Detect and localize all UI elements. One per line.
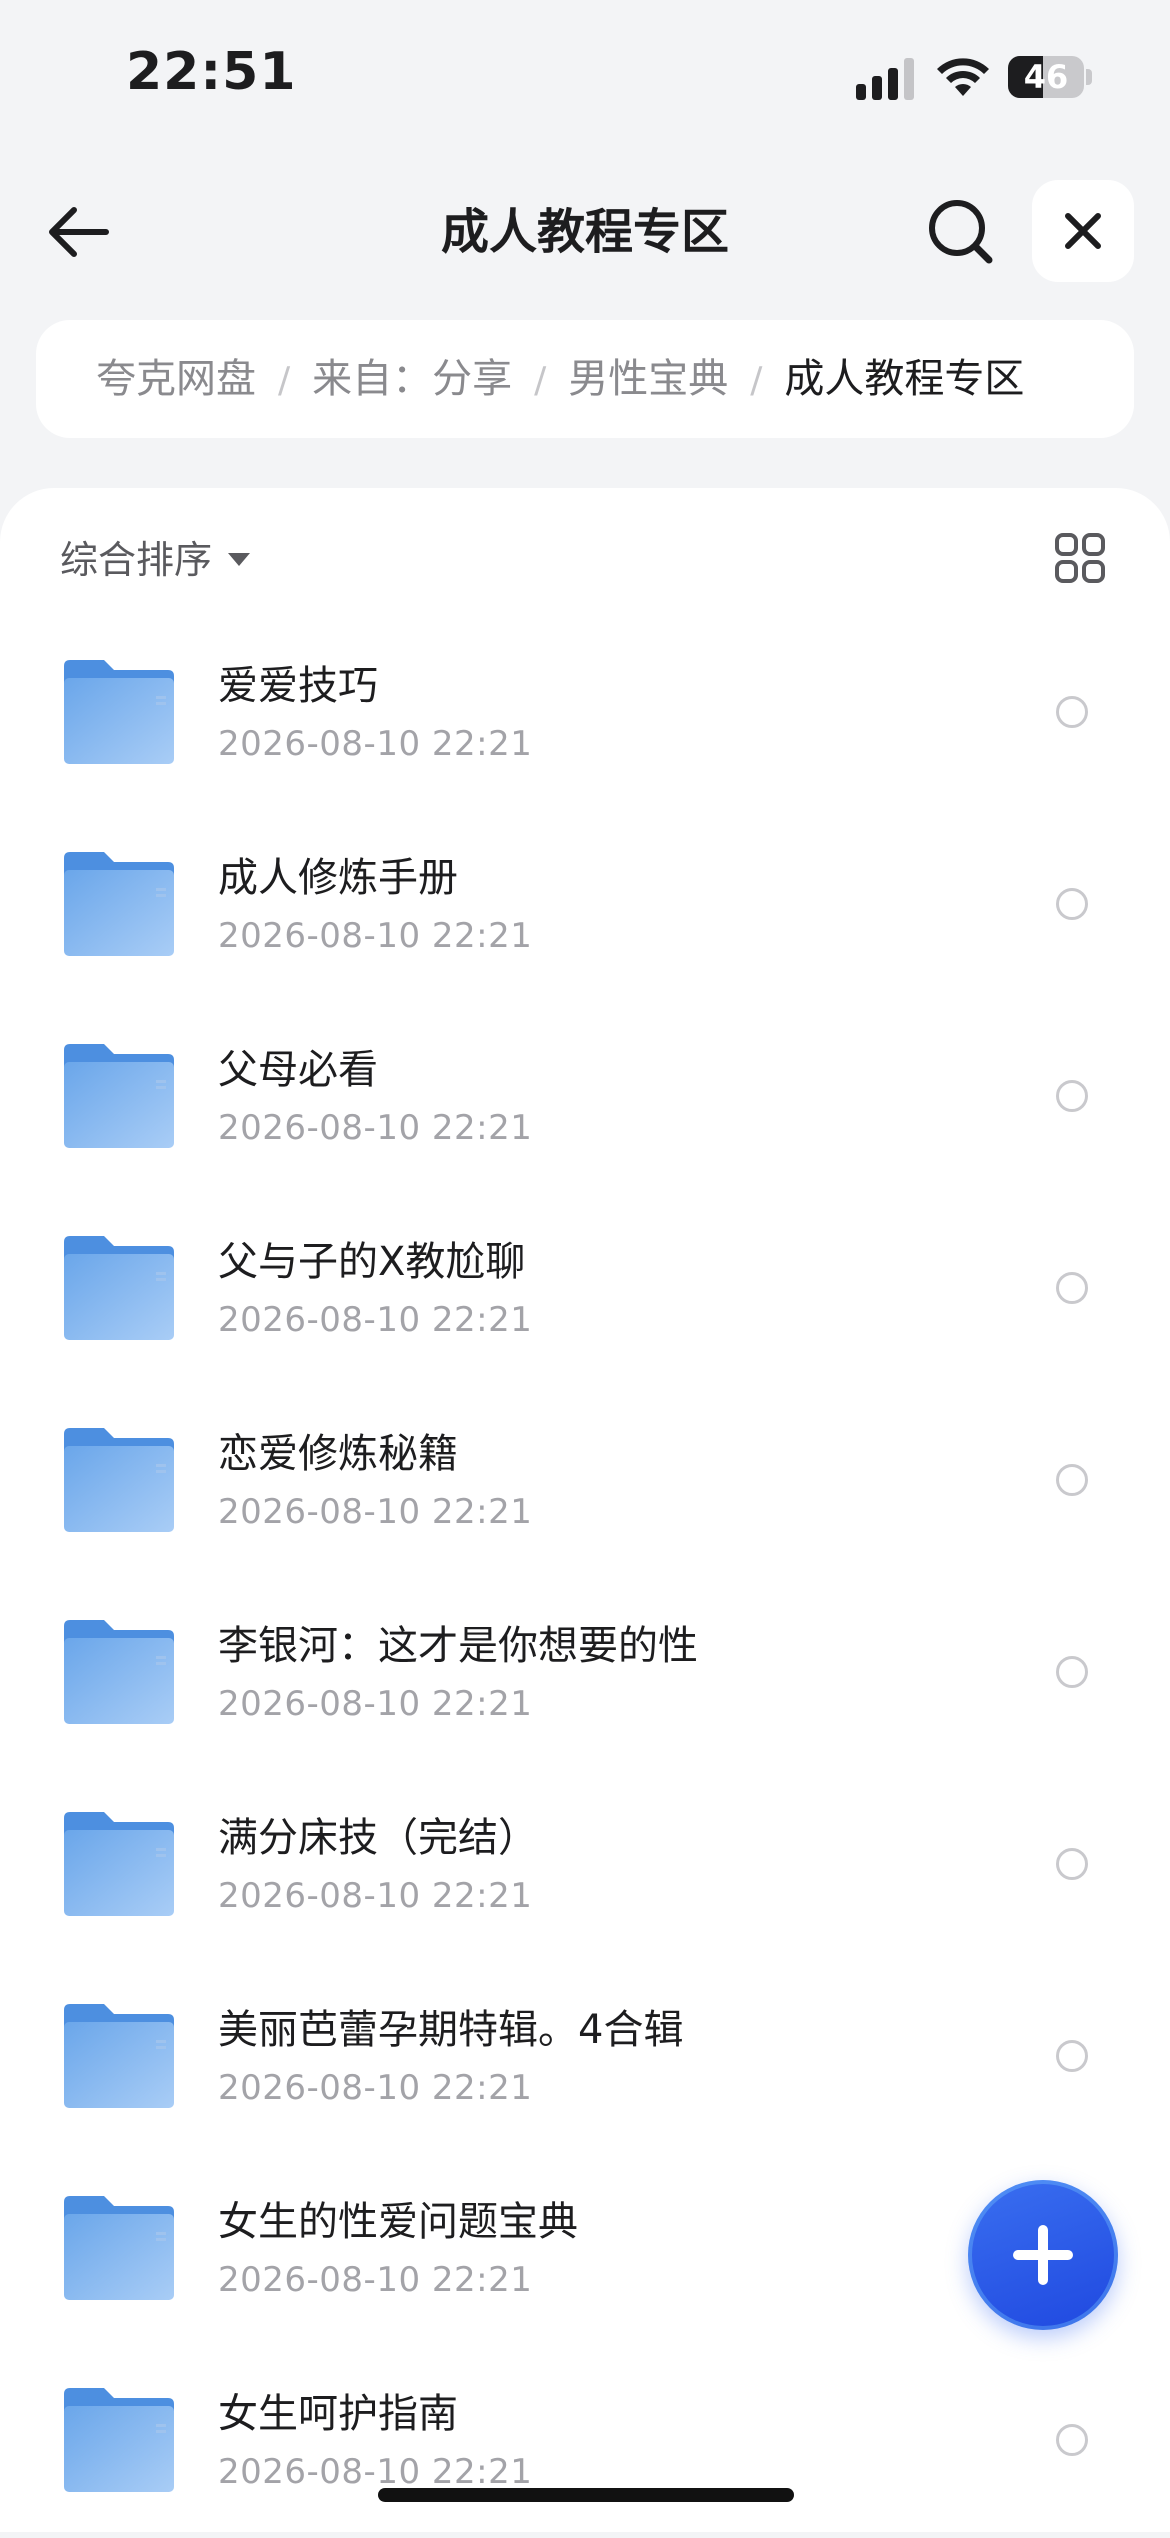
status-time: 22:51 (126, 42, 297, 102)
file-timestamp: 2026-08-10 22:21 (218, 1300, 533, 1340)
select-checkbox[interactable] (1056, 1848, 1088, 1880)
file-timestamp: 2026-08-10 22:21 (218, 1876, 533, 1916)
status-bar: 22:51 46 (0, 0, 1170, 140)
file-name: 父母必看 (218, 1047, 378, 1093)
breadcrumb: 夸克网盘 / 来自：分享 / 男性宝典 / 成人教程专区 (36, 320, 1134, 438)
breadcrumb-separator: / (278, 360, 291, 401)
select-checkbox[interactable] (1056, 1656, 1088, 1688)
battery-icon: 46 (1008, 56, 1092, 98)
folder-icon (64, 852, 174, 956)
breadcrumb-item[interactable]: 来自：分享 (312, 356, 512, 402)
back-button[interactable] (42, 200, 118, 264)
select-checkbox[interactable] (1056, 888, 1088, 920)
folder-icon (64, 2004, 174, 2108)
select-checkbox[interactable] (1056, 1080, 1088, 1112)
grid-view-icon[interactable] (1054, 532, 1106, 584)
folder-icon (64, 2388, 174, 2492)
file-name: 爱爱技巧 (218, 663, 378, 709)
folder-icon (64, 1044, 174, 1148)
file-timestamp: 2026-08-10 22:21 (218, 2068, 533, 2108)
file-row[interactable]: 父与子的X教尬聊 2026-08-10 22:21 (0, 1194, 1170, 1386)
file-name: 恋爱修炼秘籍 (218, 1431, 458, 1477)
file-row[interactable]: 恋爱修炼秘籍 2026-08-10 22:21 (0, 1386, 1170, 1578)
breadcrumb-item: 成人教程专区 (784, 356, 1025, 402)
breadcrumb-item[interactable]: 夸克网盘 (96, 356, 256, 402)
breadcrumb-separator: / (750, 360, 763, 401)
file-name: 女生的性爱问题宝典 (218, 2199, 578, 2245)
select-checkbox[interactable] (1056, 2424, 1088, 2456)
file-timestamp: 2026-08-10 22:21 (218, 916, 533, 956)
file-row[interactable]: 爱爱技巧 2026-08-10 22:21 (0, 618, 1170, 810)
search-icon (929, 200, 993, 264)
file-timestamp: 2026-08-10 22:21 (218, 1108, 533, 1148)
folder-icon (64, 1620, 174, 1724)
file-name: 李银河：这才是你想要的性 (218, 1623, 698, 1669)
file-timestamp: 2026-08-10 22:21 (218, 724, 533, 764)
breadcrumb-path: 夸克网盘 / 来自：分享 / 男性宝典 / 成人教程专区 (96, 320, 1111, 438)
nav-bar: 成人教程专区 (0, 170, 1170, 294)
breadcrumb-separator: / (534, 360, 547, 401)
file-name: 父与子的X教尬聊 (218, 1239, 526, 1285)
select-checkbox[interactable] (1056, 1272, 1088, 1304)
file-timestamp: 2026-08-10 22:21 (218, 2260, 533, 2300)
home-indicator (378, 2488, 794, 2502)
folder-icon (64, 1236, 174, 1340)
file-row[interactable]: 女生呵护指南 2026-08-10 22:21 (0, 2346, 1170, 2538)
select-checkbox[interactable] (1056, 1464, 1088, 1496)
caret-down-icon (228, 553, 251, 566)
add-button[interactable] (968, 2180, 1118, 2330)
file-name: 成人修炼手册 (218, 855, 458, 901)
folder-icon (64, 2196, 174, 2300)
file-row[interactable]: 满分床技（完结） 2026-08-10 22:21 (0, 1770, 1170, 1962)
battery-percentage: 46 (1023, 58, 1069, 96)
signal-icon (856, 58, 914, 100)
close-icon (1065, 213, 1101, 249)
file-row[interactable]: 父母必看 2026-08-10 22:21 (0, 1002, 1170, 1194)
folder-icon (64, 1812, 174, 1916)
back-arrow-icon (49, 207, 109, 257)
file-timestamp: 2026-08-10 22:21 (218, 1492, 533, 1532)
search-button[interactable] (925, 196, 997, 268)
breadcrumb-item[interactable]: 男性宝典 (568, 356, 728, 402)
wifi-icon (937, 58, 989, 96)
file-name: 女生呵护指南 (218, 2391, 458, 2437)
select-checkbox[interactable] (1056, 696, 1088, 728)
close-button[interactable] (1032, 180, 1134, 282)
sort-label: 综合排序 (60, 538, 213, 582)
folder-icon (64, 1428, 174, 1532)
file-row[interactable]: 美丽芭蕾孕期特辑。4合辑 2026-08-10 22:21 (0, 1962, 1170, 2154)
file-name: 美丽芭蕾孕期特辑。4合辑 (218, 2007, 684, 2053)
file-row[interactable]: 成人修炼手册 2026-08-10 22:21 (0, 810, 1170, 1002)
file-row[interactable]: 李银河：这才是你想要的性 2026-08-10 22:21 (0, 1578, 1170, 1770)
file-timestamp: 2026-08-10 22:21 (218, 1684, 533, 1724)
sort-dropdown[interactable]: 综合排序 (60, 528, 251, 592)
folder-icon (64, 660, 174, 764)
file-name: 满分床技（完结） (218, 1815, 538, 1861)
select-checkbox[interactable] (1056, 2040, 1088, 2072)
